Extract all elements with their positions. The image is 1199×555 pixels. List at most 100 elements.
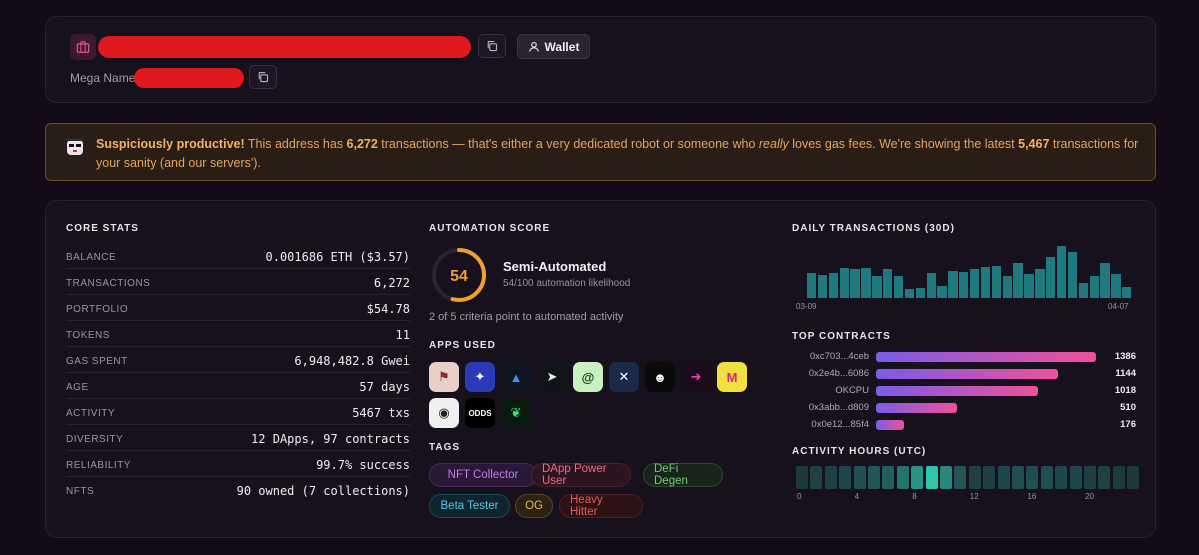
daily-bar	[850, 269, 860, 298]
stat-label: NFTS	[66, 486, 95, 497]
contract-value: 1018	[1114, 385, 1136, 396]
stat-row: AGE 57 days	[66, 373, 410, 399]
automation-label: Semi-Automated	[503, 259, 607, 274]
daily-bar	[1122, 286, 1132, 298]
banner-lead: Suspiciously productive!	[96, 137, 245, 151]
contract-bar	[876, 420, 904, 430]
daily-bar	[915, 287, 926, 298]
stat-label: GAS SPENT	[66, 356, 128, 367]
activity-hour-cell	[1012, 466, 1024, 489]
triangle-app-icon[interactable]: ▲	[501, 362, 531, 392]
daily-bar	[1013, 262, 1023, 298]
daily-bar	[1002, 276, 1012, 298]
tag-nft-collector[interactable]: NFT Collector	[429, 463, 537, 487]
briefcase-icon	[70, 34, 96, 60]
stat-value: 90 owned (7 collections)	[236, 484, 410, 498]
at-sign-app-icon[interactable]: @	[573, 362, 603, 392]
stat-row: RELIABILITY 99.7% success	[66, 451, 410, 477]
tag-defi-degen[interactable]: DeFi Degen	[643, 463, 723, 487]
suspicious-activity-banner: Suspiciously productive! This address ha…	[45, 123, 1156, 181]
stat-row: PORTFOLIO $54.78	[66, 295, 410, 321]
daily-bar	[991, 265, 1002, 298]
stat-value: 57 days	[359, 380, 410, 394]
green-leaf-app-icon[interactable]: ❦	[501, 398, 531, 428]
stat-value: 6,272	[373, 276, 410, 290]
pink-arrow-app-icon[interactable]: ➜	[681, 362, 711, 392]
daily-bar	[904, 288, 915, 298]
flag-app-icon[interactable]: ⚑	[429, 362, 459, 392]
contract-value: 1386	[1114, 351, 1136, 362]
daily-bar	[1078, 283, 1089, 298]
stat-value: 0.001686 ETH ($3.57)	[265, 250, 411, 264]
contract-bar	[876, 403, 957, 413]
copy-icon	[258, 71, 269, 83]
contract-value: 510	[1120, 402, 1136, 413]
activity-hour-tick: 16	[1027, 492, 1037, 501]
tags-title: TAGS	[429, 442, 461, 453]
paper-plane-app-icon[interactable]: ➤	[537, 362, 567, 392]
contract-value: 1144	[1115, 368, 1136, 379]
copy-mega-name-button[interactable]	[249, 65, 277, 89]
daily-bar	[1067, 252, 1078, 298]
stat-row: TRANSACTIONS 6,272	[66, 269, 410, 295]
daily-bar	[861, 267, 871, 298]
automation-likelihood: 54/100 automation likelihood	[503, 278, 631, 289]
banner-text-3: loves gas fees. We're showing the latest	[788, 137, 1019, 151]
stat-label: DIVERSITY	[66, 434, 124, 445]
daily-bar	[1100, 262, 1110, 298]
daily-bar	[948, 270, 958, 298]
activity-hour-cell	[1055, 466, 1068, 489]
stat-label: TOKENS	[66, 330, 110, 341]
daily-bar	[1024, 274, 1034, 298]
activity-hour-tick: 4	[854, 492, 860, 501]
redacted-mega-name	[134, 68, 244, 88]
daily-bar	[883, 269, 893, 298]
activity-hour-tick: 8	[912, 492, 917, 501]
daily-start-date: 03-09	[796, 302, 817, 311]
wallet-button[interactable]: Wallet	[517, 34, 590, 59]
stat-label: BALANCE	[66, 252, 117, 263]
stat-label: TRANSACTIONS	[66, 278, 151, 289]
activity-hour-cell	[868, 466, 880, 489]
copy-icon	[487, 40, 498, 52]
banner-text-1: This address has	[244, 137, 347, 151]
stat-value: 5467 txs	[352, 406, 410, 420]
core-stats-title: CORE STATS	[66, 223, 139, 234]
odds-app-icon[interactable]: ODDS	[465, 398, 495, 428]
daily-bar	[937, 285, 947, 298]
activity-hour-cell	[1112, 466, 1125, 489]
stat-row: TOKENS 11	[66, 321, 410, 347]
daily-bar	[980, 266, 991, 298]
activity-hours-title: ACTIVITY HOURS (UTC)	[792, 446, 927, 457]
banner-emphasis: really	[758, 137, 789, 151]
copy-address-button[interactable]	[478, 34, 506, 58]
stat-value: 99.7% success	[316, 458, 410, 472]
x-circle-app-icon[interactable]: ✕	[609, 362, 639, 392]
banner-shown-count: 5,467	[1018, 137, 1050, 151]
apps-used-title: APPS USED	[429, 340, 496, 351]
activity-hour-cell	[940, 466, 952, 489]
chat-bubble-app-icon[interactable]: ◉	[429, 398, 459, 428]
tag-dapp-power-user[interactable]: DApp Power User	[531, 463, 631, 487]
activity-hour-tick: 0	[797, 492, 802, 501]
stat-label: RELIABILITY	[66, 460, 131, 471]
tag-beta-tester[interactable]: Beta Tester	[429, 494, 510, 518]
contract-address: 0x3abb...d809	[808, 402, 869, 413]
analysis-card: CORE STATS AUTOMATION SCORE 54 Semi-Auto…	[45, 200, 1156, 538]
daily-transactions-title: DAILY TRANSACTIONS (30D)	[792, 223, 955, 234]
activity-hour-cell	[896, 466, 909, 489]
daily-bar	[817, 274, 828, 298]
m-letter-app-icon[interactable]: M	[717, 362, 747, 392]
tag-og[interactable]: OG	[515, 494, 553, 518]
activity-hour-cell	[925, 466, 938, 489]
activity-hour-cell	[824, 466, 837, 489]
tag-heavy-hitter[interactable]: Heavy Hitter	[559, 494, 643, 518]
blue-bird-app-icon[interactable]: ✦	[465, 362, 495, 392]
stat-row: BALANCE 0.001686 ETH ($3.57)	[66, 243, 410, 269]
daily-bar	[872, 276, 882, 298]
activity-hour-tick: 20	[1085, 492, 1094, 501]
contract-bar	[876, 386, 1038, 396]
activity-hour-cell	[997, 466, 1010, 489]
activity-hour-cell	[1040, 466, 1053, 489]
mascot-app-icon[interactable]: ☻	[645, 362, 675, 392]
